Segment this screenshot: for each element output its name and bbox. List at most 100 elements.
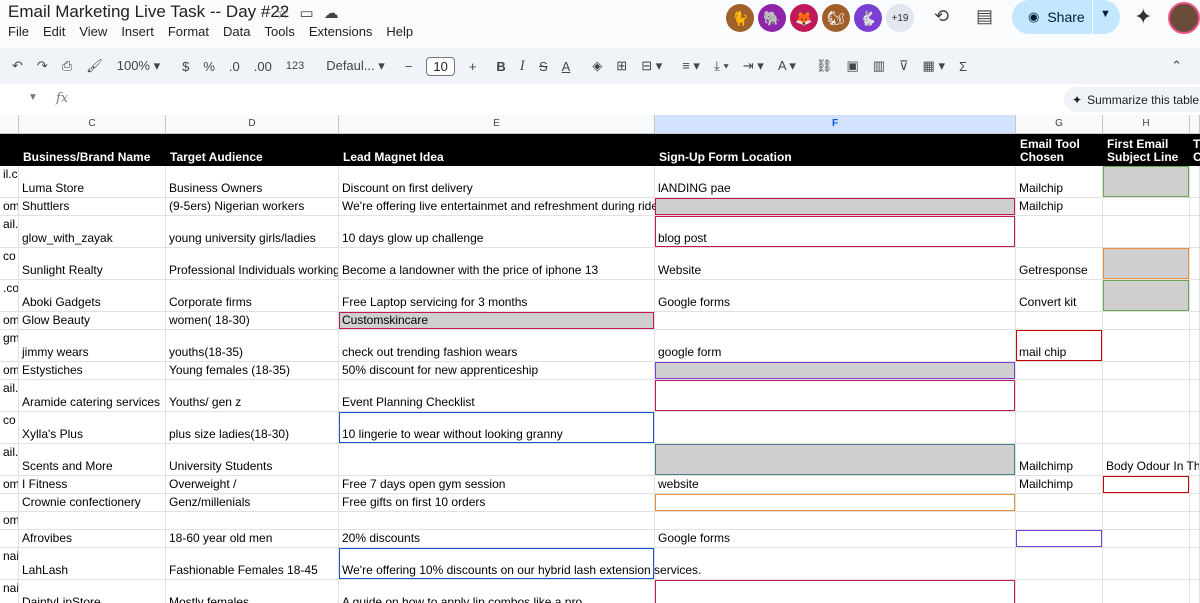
cell-f[interactable] xyxy=(655,580,1016,603)
menu-insert[interactable]: Insert xyxy=(121,24,154,39)
cell-b[interactable]: co xyxy=(0,248,19,279)
cell-f[interactable]: website xyxy=(655,476,1016,493)
font-size-input[interactable]: 10 xyxy=(426,56,455,76)
cell-d[interactable]: University Students xyxy=(166,444,339,475)
share-button[interactable]: ◉ Share ▼ xyxy=(1012,0,1120,34)
cell-e[interactable]: Free 7 days open gym session xyxy=(339,476,655,493)
cell-d[interactable]: plus size ladies(18-30) xyxy=(166,412,339,443)
more-collaborators[interactable]: +19 xyxy=(886,4,914,32)
cell-e[interactable]: 50% discount for new apprenticeship xyxy=(339,362,655,379)
summarize-table-button[interactable]: ✦ Summarize this table xyxy=(1064,87,1200,112)
squirrel-icon[interactable]: 🐿 xyxy=(822,4,850,32)
redo-icon[interactable]: ↷ xyxy=(37,58,48,74)
italic-icon[interactable]: I xyxy=(520,59,525,74)
vertical-align-icon[interactable]: ⤓ ▾ xyxy=(714,58,729,74)
cell-g[interactable] xyxy=(1016,312,1103,329)
percent-format-button[interactable]: % xyxy=(203,59,215,74)
increase-decimal-button[interactable]: .00 xyxy=(254,59,272,74)
share-dropdown-icon[interactable]: ▼ xyxy=(1100,8,1111,20)
cell-e[interactable]: A guide on how to apply lip combos like … xyxy=(339,580,655,603)
header-business-name[interactable]: Business/Brand Name xyxy=(19,134,166,166)
filter-views-icon[interactable]: ▦ ▾ xyxy=(923,58,945,74)
cell-b[interactable]: om xyxy=(0,198,19,215)
cell-i[interactable] xyxy=(1190,248,1200,279)
cell-c[interactable]: glow_with_zayak xyxy=(19,216,166,247)
fox-icon[interactable]: 🦊 xyxy=(790,4,818,32)
cell-c[interactable]: Crownie confectionery xyxy=(19,494,166,511)
undo-icon[interactable]: ↶ xyxy=(12,58,23,74)
text-rotation-icon[interactable]: A ▾ xyxy=(778,58,796,74)
cell-d[interactable] xyxy=(166,512,339,529)
cell-i[interactable] xyxy=(1190,512,1200,529)
cell-c[interactable]: LahLash xyxy=(19,548,166,579)
cell-h[interactable] xyxy=(1103,380,1190,411)
header-email-tool[interactable]: Email Tool Chosen xyxy=(1016,134,1103,166)
cell-g[interactable]: Convert kit xyxy=(1016,280,1103,311)
cell-g[interactable] xyxy=(1016,512,1103,529)
header-lead-magnet[interactable]: Lead Magnet Idea xyxy=(339,134,655,166)
print-icon[interactable]: ⎙ xyxy=(62,58,72,74)
insert-link-icon[interactable]: ⛓ xyxy=(816,58,833,74)
cell-e[interactable]: Free gifts on first 10 orders xyxy=(339,494,655,511)
cell-e[interactable] xyxy=(339,512,655,529)
cell-g[interactable] xyxy=(1016,580,1103,603)
cell-e[interactable] xyxy=(339,444,655,475)
cell-f[interactable] xyxy=(655,412,1016,443)
cell-h[interactable] xyxy=(1103,166,1190,197)
cell-h[interactable] xyxy=(1103,198,1190,215)
cell-e[interactable]: Free Laptop servicing for 3 months xyxy=(339,280,655,311)
insert-comment-icon[interactable]: ▣ xyxy=(846,58,858,74)
sheet-grid[interactable]: C D E F G H Business/Brand Name Target A… xyxy=(0,115,1200,603)
menu-data[interactable]: Data xyxy=(223,24,250,39)
cell-e[interactable]: We're offering live entertainmet and ref… xyxy=(339,198,658,215)
cell-e[interactable]: 20% discounts xyxy=(339,530,655,547)
cell-b[interactable] xyxy=(0,494,19,511)
cell-i[interactable] xyxy=(1190,166,1200,197)
cloud-status-icon[interactable]: ☁ xyxy=(324,4,339,22)
cell-e[interactable]: check out trending fashion wears xyxy=(339,330,655,361)
cell-d[interactable]: Overweight / xyxy=(166,476,339,493)
cell-c[interactable]: Estystiches xyxy=(19,362,166,379)
cell-f[interactable] xyxy=(655,494,1016,511)
cell-i[interactable] xyxy=(1190,548,1200,579)
cell-b[interactable]: om xyxy=(0,476,19,493)
number-format-button[interactable]: 123 xyxy=(286,60,304,72)
cell-e[interactable]: We're offering 10% discounts on our hybr… xyxy=(339,548,701,579)
menu-view[interactable]: View xyxy=(79,24,107,39)
name-box-dropdown-icon[interactable]: ▼ xyxy=(28,92,38,103)
cell-h[interactable] xyxy=(1103,248,1190,279)
cell-b[interactable] xyxy=(0,530,19,547)
cell-g[interactable]: Mailchimp xyxy=(1016,444,1103,475)
cell-d[interactable]: Corporate firms xyxy=(166,280,339,311)
document-title[interactable]: Email Marketing Live Task -- Day #22 xyxy=(8,2,289,22)
cell-i[interactable] xyxy=(1190,280,1200,311)
cell-f[interactable]: Website xyxy=(655,248,1016,279)
cell-g[interactable]: Mailchip xyxy=(1016,198,1103,215)
cell-g[interactable]: Mailchip xyxy=(1016,166,1103,197)
cell-g[interactable] xyxy=(1016,494,1103,511)
cell-d[interactable]: Business Owners xyxy=(166,166,339,197)
cell-e[interactable]: 10 lingerie to wear without looking gran… xyxy=(339,412,655,443)
cell-h[interactable] xyxy=(1103,362,1190,379)
cell-b[interactable]: nail xyxy=(0,548,19,579)
menu-file[interactable]: File xyxy=(8,24,29,39)
cell-i[interactable] xyxy=(1190,362,1200,379)
column-header-g[interactable]: G xyxy=(1016,115,1103,134)
cell-h[interactable] xyxy=(1103,330,1190,361)
cell-b[interactable]: ail. xyxy=(0,444,19,475)
cell-c[interactable]: Afrovibes xyxy=(19,530,166,547)
cell-i[interactable] xyxy=(1190,312,1200,329)
header-target-audience[interactable]: Target Audience xyxy=(166,134,339,166)
cell-d[interactable]: 18-60 year old men xyxy=(166,530,339,547)
cell-d[interactable]: (9-5ers) Nigerian workers xyxy=(166,198,339,215)
cell-d[interactable]: Young females (18-35) xyxy=(166,362,339,379)
cell-f[interactable]: lANDING pae xyxy=(655,166,1016,197)
cell-h[interactable] xyxy=(1103,512,1190,529)
cell-i[interactable] xyxy=(1190,530,1200,547)
column-header-e[interactable]: E xyxy=(339,115,655,134)
cell-c[interactable]: Aboki Gadgets xyxy=(19,280,166,311)
cell-f[interactable]: blog post xyxy=(655,216,1016,247)
cell-c[interactable]: Aramide catering services xyxy=(19,380,166,411)
column-header-c[interactable]: C xyxy=(19,115,166,134)
cell-d[interactable]: Youths/ gen z xyxy=(166,380,339,411)
